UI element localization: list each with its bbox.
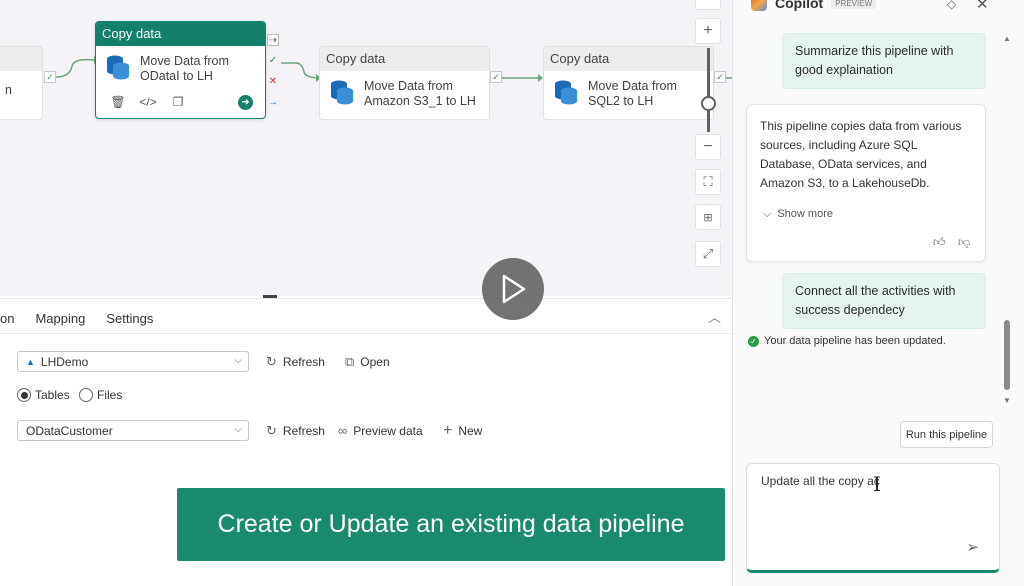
- assistant-message: This pipeline copies data from various s…: [746, 104, 986, 262]
- activity-node-text: Move Data from Amazon S3_1 to LH: [364, 79, 476, 108]
- open-button[interactable]: ⧉ Open: [345, 354, 390, 370]
- activity-node-text: Move Data from ODataI to LH: [140, 54, 229, 83]
- code-icon[interactable]: </>: [139, 94, 156, 110]
- open-label: Open: [360, 355, 390, 369]
- activity-node-header: Copy data: [544, 47, 713, 71]
- activity-node-copy-sql2[interactable]: Copy data Move Data from SQL2 to LH: [543, 46, 714, 120]
- play-icon: [502, 274, 526, 304]
- radio-files-label: Files: [97, 388, 123, 402]
- status-text: Your data pipeline has been updated.: [764, 335, 946, 347]
- send-icon[interactable]: ➢: [966, 538, 979, 556]
- zoom-top-icon[interactable]: [695, 0, 721, 10]
- output-ports: ⇢ ✓ ✕ →: [267, 34, 281, 118]
- copy-icon[interactable]: ❐: [170, 94, 186, 110]
- scroll-up-icon[interactable]: ▲: [1003, 34, 1011, 43]
- activity-node-text: n: [5, 83, 12, 97]
- new-button[interactable]: + New: [443, 422, 482, 440]
- divider: [0, 333, 732, 334]
- new-label: New: [458, 424, 483, 438]
- database-icon: [331, 80, 353, 105]
- connection-select[interactable]: ▲ LHDemo ⌵: [17, 351, 249, 372]
- port-success-icon[interactable]: ✓: [267, 55, 279, 67]
- copilot-logo-icon: [751, 0, 767, 11]
- go-arrow-icon[interactable]: ➜: [238, 94, 253, 110]
- run-pipeline-button[interactable]: Run this pipeline: [900, 421, 993, 448]
- chevron-down-icon: ⌵: [234, 424, 242, 435]
- table-value: ODataCustomer: [26, 423, 113, 438]
- thumbs-up-icon[interactable]: 👍︎: [933, 233, 946, 252]
- activity-node-header: [0, 47, 42, 71]
- user-message: Connect all the activities with success …: [782, 273, 986, 329]
- scrollbar[interactable]: ▲ ▼: [1003, 34, 1011, 405]
- plus-icon: +: [443, 422, 453, 439]
- table-select[interactable]: ODataCustomer ⌵: [17, 420, 249, 441]
- activity-node-text: Move Data from SQL2 to LH: [588, 79, 677, 108]
- connection-value: LHDemo: [40, 354, 89, 369]
- activity-node-copy-s3[interactable]: Copy data Move Data from Amazon S3_1 to …: [319, 46, 490, 120]
- plus-icon[interactable]: +: [695, 18, 721, 44]
- close-icon[interactable]: ✕: [976, 0, 989, 13]
- status-message: ✓ Your data pipeline has been updated.: [748, 335, 946, 347]
- delete-icon[interactable]: 🗑: [110, 94, 126, 110]
- success-check-icon[interactable]: ✓: [44, 71, 56, 83]
- lakehouse-icon: ▲: [26, 356, 35, 367]
- port-completion-icon[interactable]: ⇢: [267, 34, 279, 46]
- database-icon: [107, 55, 129, 80]
- success-check-icon[interactable]: ✓: [490, 71, 502, 83]
- expand-icon[interactable]: ⤢: [695, 241, 721, 267]
- chevron-down-icon: ⌵: [234, 355, 242, 366]
- assistant-message-text: This pipeline copies data from various s…: [760, 119, 962, 190]
- auto-layout-icon[interactable]: ⊞: [695, 204, 721, 230]
- pin-icon[interactable]: ◇: [947, 0, 956, 11]
- radio-circle: [17, 388, 31, 402]
- text-cursor-icon: I: [873, 472, 881, 496]
- preview-data-button[interactable]: ∞ Preview data: [338, 423, 423, 438]
- scrollbar-thumb[interactable]: [1004, 320, 1010, 390]
- show-more-label: Show more: [777, 208, 833, 220]
- glasses-icon: ∞: [338, 423, 348, 438]
- zoom-slider-handle[interactable]: [701, 96, 716, 111]
- radio-circle: [79, 388, 93, 402]
- scroll-down-icon[interactable]: ▼: [1003, 396, 1011, 405]
- port-skip-icon[interactable]: →: [267, 97, 279, 109]
- minus-icon[interactable]: −: [695, 134, 721, 160]
- activity-node-header: Copy data: [96, 22, 265, 46]
- refresh-icon: ↻: [266, 354, 277, 369]
- preview-label: Preview data: [353, 423, 423, 438]
- caption-banner: Create or Update an existing data pipeli…: [177, 488, 725, 561]
- play-button[interactable]: [482, 258, 544, 320]
- preview-badge: PREVIEW: [831, 0, 877, 9]
- refresh-label: Refresh: [282, 355, 325, 369]
- tab-mapping[interactable]: Mapping: [35, 311, 85, 326]
- thumbs-down-icon[interactable]: 👎︎: [958, 233, 970, 252]
- chat-input[interactable]: Update all the copy ac I ➢: [746, 463, 1000, 573]
- pipeline-canvas[interactable]: n ✓ Copy data Move Data from ODataI to L…: [0, 0, 732, 296]
- chat-input-text: Update all the copy ac: [761, 474, 880, 488]
- refresh-button[interactable]: ↻ Refresh: [266, 423, 325, 439]
- refresh-button[interactable]: ↻ Refresh: [266, 354, 325, 370]
- port-fail-icon[interactable]: ✕: [267, 76, 279, 88]
- zoom-controls: + − ⛶ ⊞ ⤢: [695, 0, 723, 270]
- activity-node-copy-odata[interactable]: Copy data Move Data from ODataI to LH 🗑 …: [95, 21, 266, 119]
- fit-icon[interactable]: ⛶: [695, 169, 721, 195]
- refresh-icon: ↻: [266, 423, 277, 438]
- radio-files[interactable]: Files: [79, 388, 122, 402]
- activity-node-header: Copy data: [320, 47, 489, 71]
- chevron-up-icon[interactable]: ︿: [708, 307, 721, 326]
- copilot-title: Copilot: [775, 0, 824, 11]
- activity-node-partial[interactable]: n: [0, 46, 43, 120]
- radio-tables[interactable]: Tables: [17, 388, 70, 402]
- tab-source[interactable]: on: [0, 311, 14, 326]
- chevron-down-icon: ⌵: [763, 208, 772, 220]
- show-more-button[interactable]: ⌵ Show more: [763, 205, 833, 224]
- user-message: Summarize this pipeline with good explai…: [782, 33, 986, 89]
- zoom-slider-track[interactable]: [707, 48, 710, 132]
- open-external-icon: ⧉: [345, 354, 355, 369]
- refresh-label: Refresh: [282, 424, 325, 438]
- tab-settings[interactable]: Settings: [106, 311, 153, 326]
- database-icon: [555, 80, 577, 105]
- radio-tables-label: Tables: [35, 388, 70, 402]
- copilot-pane: Copilot PREVIEW ◇ ✕ Summarize this pipel…: [732, 0, 1024, 586]
- success-check-icon: ✓: [748, 335, 759, 347]
